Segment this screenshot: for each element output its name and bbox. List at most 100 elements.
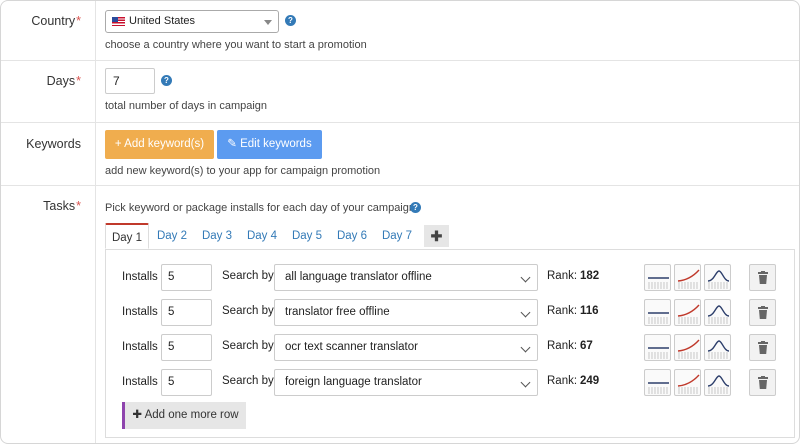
tasks-label: Tasks* (43, 199, 81, 213)
keyword-selected-value: foreign language translator (285, 376, 422, 388)
days-help-icon[interactable]: ? (161, 75, 172, 86)
task-row: Installs 5 Search by ocr text scanner tr… (106, 334, 794, 362)
flat-trend-icon (648, 277, 669, 289)
keyword-select[interactable]: foreign language translator (274, 369, 538, 396)
days-label: Days* (47, 74, 81, 88)
rising-trend-icon (677, 374, 700, 394)
flat-trend-icon (648, 312, 669, 324)
keyword-select[interactable]: ocr text scanner translator (274, 334, 538, 361)
task-row: Installs 5 Search by foreign language tr… (106, 369, 794, 397)
days-input[interactable]: 7 (105, 68, 155, 94)
task-row: Installs 5 Search by translator free off… (106, 299, 794, 327)
chevron-down-icon (520, 377, 531, 388)
rising-trend-button[interactable] (674, 264, 701, 291)
delete-row-button[interactable] (749, 299, 776, 326)
tab-day-3[interactable]: Day 3 (197, 223, 237, 249)
add-day-tab-button[interactable]: ✚ (424, 225, 449, 247)
rising-trend-button[interactable] (674, 369, 701, 396)
tab-day-5[interactable]: Day 5 (287, 223, 327, 249)
country-label-text: Country (31, 14, 76, 28)
country-label: Country* (31, 14, 81, 28)
days-label-cell: Days* (1, 61, 96, 122)
rising-trend-icon (677, 269, 700, 289)
delete-row-button[interactable] (749, 264, 776, 291)
campaign-form: Country* United States ? choose a countr… (0, 0, 800, 444)
installs-label: Installs (122, 376, 158, 388)
country-selected-value: United States (129, 15, 196, 27)
tasks-label-cell: Tasks* (1, 186, 96, 443)
tab-day-4[interactable]: Day 4 (242, 223, 282, 249)
flat-trend-button[interactable] (644, 369, 671, 396)
rank-label: Rank: (547, 340, 578, 352)
task-row: Installs 5 Search by all language transl… (106, 264, 794, 292)
flat-trend-icon (648, 347, 669, 359)
country-hint: choose a country where you want to start… (105, 39, 367, 51)
delete-row-button[interactable] (749, 369, 776, 396)
flat-trend-button[interactable] (644, 334, 671, 361)
tab-day-2[interactable]: Day 2 (152, 223, 192, 249)
rising-trend-icon (677, 304, 700, 324)
peak-trend-icon (707, 270, 730, 289)
keyword-selected-value: ocr text scanner translator (285, 341, 418, 353)
peak-trend-button[interactable] (704, 264, 731, 291)
chevron-down-icon (520, 272, 531, 283)
rank-label: Rank: (547, 305, 578, 317)
installs-input[interactable]: 5 (161, 299, 212, 326)
edit-keywords-button[interactable]: ✎ Edit keywords (217, 130, 322, 159)
installs-label: Installs (122, 306, 158, 318)
peak-trend-icon (707, 305, 730, 324)
rising-trend-button[interactable] (674, 334, 701, 361)
us-flag-icon (112, 17, 125, 26)
add-keywords-button[interactable]: + Add keyword(s) (105, 130, 214, 159)
keyword-select[interactable]: translator free offline (274, 299, 538, 326)
search-by-label: Search by (222, 340, 274, 352)
peak-trend-icon (707, 340, 730, 359)
keywords-label: Keywords (26, 137, 81, 151)
installs-input[interactable]: 5 (161, 264, 212, 291)
task-panel: Installs 5 Search by all language transl… (105, 249, 795, 438)
day-tabs: Day 1 Day 2 Day 3 Day 4 Day 5 Day 6 Day … (105, 223, 795, 249)
keyword-selected-value: all language translator offline (285, 271, 432, 283)
rank-value: 67 (580, 340, 593, 352)
tab-day-6[interactable]: Day 6 (332, 223, 372, 249)
dropdown-caret-icon (264, 20, 272, 25)
trash-icon (758, 376, 768, 389)
search-by-label: Search by (222, 305, 274, 317)
peak-trend-button[interactable] (704, 334, 731, 361)
rank-label: Rank: (547, 270, 578, 282)
chevron-down-icon (520, 307, 531, 318)
chevron-down-icon (520, 342, 531, 353)
keyword-select[interactable]: all language translator offline (274, 264, 538, 291)
flat-trend-button[interactable] (644, 299, 671, 326)
tasks-hint: Pick keyword or package installs for eac… (105, 202, 415, 214)
peak-trend-icon (707, 375, 730, 394)
keywords-hint: add new keyword(s) to your app for campa… (105, 165, 381, 177)
days-label-text: Days (46, 74, 76, 88)
required-mark: * (76, 199, 81, 213)
country-help-icon[interactable]: ? (285, 15, 296, 26)
search-by-label: Search by (222, 270, 274, 282)
tab-day-7[interactable]: Day 7 (377, 223, 417, 249)
peak-trend-button[interactable] (704, 299, 731, 326)
keywords-label-cell: Keywords (1, 123, 96, 185)
required-mark: * (76, 14, 81, 28)
flat-trend-button[interactable] (644, 264, 671, 291)
installs-input[interactable]: 5 (161, 369, 212, 396)
installs-label: Installs (122, 271, 158, 283)
installs-input[interactable]: 5 (161, 334, 212, 361)
rank-value: 116 (580, 305, 599, 317)
keyword-selected-value: translator free offline (285, 306, 390, 318)
rank-value: 182 (580, 270, 600, 282)
trash-icon (758, 271, 768, 284)
tasks-help-icon[interactable]: ? (410, 202, 421, 213)
tasks-label-text: Tasks (43, 199, 76, 213)
country-label-cell: Country* (1, 1, 96, 60)
days-hint: total number of days in campaign (105, 100, 268, 112)
rising-trend-button[interactable] (674, 299, 701, 326)
tab-day-1[interactable]: Day 1 (105, 223, 149, 249)
peak-trend-button[interactable] (704, 369, 731, 396)
country-select[interactable]: United States (105, 10, 279, 33)
delete-row-button[interactable] (749, 334, 776, 361)
add-row-button[interactable]: ✚ Add one more row (122, 402, 246, 429)
rank-value: 249 (580, 375, 600, 387)
